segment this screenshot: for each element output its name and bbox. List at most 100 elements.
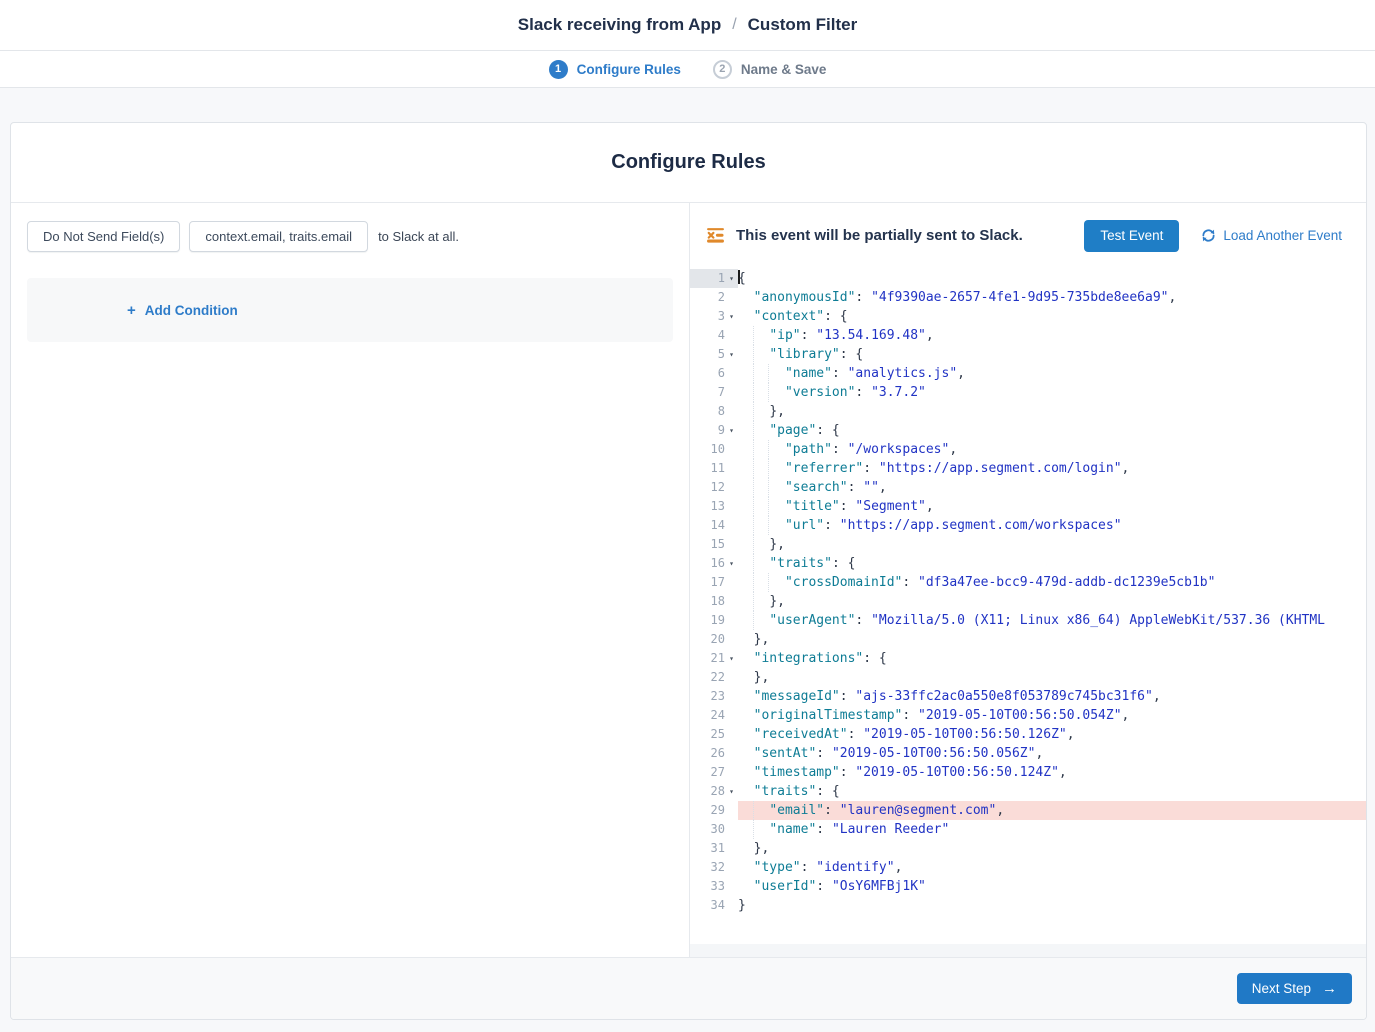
line-number: 18 xyxy=(690,592,738,611)
line-number: 15 xyxy=(690,535,738,554)
code-line: 9▾ "page": { xyxy=(690,421,1366,440)
line-number: 20 xyxy=(690,630,738,649)
fold-toggle-icon[interactable]: ▾ xyxy=(725,782,738,801)
code-line: 26 "sentAt": "2019-05-10T00:56:50.056Z", xyxy=(690,744,1366,763)
next-step-button[interactable]: Next Step → xyxy=(1237,973,1352,1004)
step-configure-rules[interactable]: 1 Configure Rules xyxy=(549,60,681,79)
add-condition-label: Add Condition xyxy=(145,303,238,318)
code-line: 14 "url": "https://app.segment.com/works… xyxy=(690,516,1366,535)
line-number: 6 xyxy=(690,364,738,383)
line-number: 25 xyxy=(690,725,738,744)
code-line: 33 "userId": "OsY6MFBj1K" xyxy=(690,877,1366,896)
line-number: 34 xyxy=(690,896,738,915)
line-number: 23 xyxy=(690,687,738,706)
line-number: 7 xyxy=(690,383,738,402)
line-number: 12 xyxy=(690,478,738,497)
code-line: 22 }, xyxy=(690,668,1366,687)
code-line: 16▾ "traits": { xyxy=(690,554,1366,573)
configure-rules-card: Configure Rules Do Not Send Field(s) con… xyxy=(10,122,1367,1020)
code-line: 12 "search": "", xyxy=(690,478,1366,497)
code-line: 21▾ "integrations": { xyxy=(690,649,1366,668)
line-number: 5▾ xyxy=(690,345,738,364)
line-number: 28▾ xyxy=(690,782,738,801)
code-line: 30 "name": "Lauren Reeder" xyxy=(690,820,1366,839)
code-line: 15 }, xyxy=(690,535,1366,554)
top-header: Slack receiving from App / Custom Filter xyxy=(0,0,1375,51)
card-title: Configure Rules xyxy=(11,123,1366,203)
rule-row: Do Not Send Field(s) context.email, trai… xyxy=(27,221,689,252)
fold-toggle-icon[interactable]: ▾ xyxy=(725,269,738,288)
fold-toggle-icon[interactable]: ▾ xyxy=(725,345,738,364)
code-line: 28▾ "traits": { xyxy=(690,782,1366,801)
code-line: 7 "version": "3.7.2" xyxy=(690,383,1366,402)
breadcrumb-separator: / xyxy=(732,16,736,34)
code-line: 20 }, xyxy=(690,630,1366,649)
breadcrumb-page: Custom Filter xyxy=(748,15,858,35)
line-number: 30 xyxy=(690,820,738,839)
breadcrumb-source: Slack receiving from App xyxy=(518,15,721,35)
arrow-right-icon: → xyxy=(1322,981,1337,996)
load-another-event-label: Load Another Event xyxy=(1223,228,1342,243)
code-line: 31 }, xyxy=(690,839,1366,858)
preview-header: This event will be partially sent to Sla… xyxy=(690,203,1366,268)
line-number: 2 xyxy=(690,288,738,307)
test-event-button[interactable]: Test Event xyxy=(1084,220,1179,252)
step-2-badge: 2 xyxy=(713,60,732,79)
line-number: 33 xyxy=(690,877,738,896)
line-number: 8 xyxy=(690,402,738,421)
event-preview-panel: This event will be partially sent to Sla… xyxy=(690,203,1366,957)
code-line: 18 }, xyxy=(690,592,1366,611)
code-line: 6 "name": "analytics.js", xyxy=(690,364,1366,383)
rule-fields-button[interactable]: context.email, traits.email xyxy=(189,221,368,252)
load-another-event-link[interactable]: Load Another Event xyxy=(1201,228,1342,243)
fold-toggle-icon[interactable]: ▾ xyxy=(725,307,738,326)
line-number: 27 xyxy=(690,763,738,782)
code-line: 32 "type": "identify", xyxy=(690,858,1366,877)
json-editor[interactable]: 1▾{2 "anonymousId": "4f9390ae-2657-4fe1-… xyxy=(690,268,1366,944)
line-number: 21▾ xyxy=(690,649,738,668)
add-condition-button[interactable]: + Add Condition xyxy=(127,303,238,318)
fold-toggle-icon[interactable]: ▾ xyxy=(725,421,738,440)
plus-icon: + xyxy=(127,303,136,318)
code-line: 27 "timestamp": "2019-05-10T00:56:50.124… xyxy=(690,763,1366,782)
line-number: 16▾ xyxy=(690,554,738,573)
line-number: 17 xyxy=(690,573,738,592)
code-line: 11 "referrer": "https://app.segment.com/… xyxy=(690,459,1366,478)
fold-toggle-icon[interactable]: ▾ xyxy=(725,649,738,668)
line-number: 22 xyxy=(690,668,738,687)
code-line: 5▾ "library": { xyxy=(690,345,1366,364)
line-number: 4 xyxy=(690,326,738,345)
rule-action-button[interactable]: Do Not Send Field(s) xyxy=(27,221,180,252)
code-line: 3▾ "context": { xyxy=(690,307,1366,326)
line-number: 10 xyxy=(690,440,738,459)
event-status-text: This event will be partially sent to Sla… xyxy=(736,227,1084,244)
line-number: 13 xyxy=(690,497,738,516)
line-number: 24 xyxy=(690,706,738,725)
step-2-label: Name & Save xyxy=(741,62,827,77)
code-line: 10 "path": "/workspaces", xyxy=(690,440,1366,459)
step-1-label: Configure Rules xyxy=(577,62,681,77)
code-line: 24 "originalTimestamp": "2019-05-10T00:5… xyxy=(690,706,1366,725)
code-line: 8 }, xyxy=(690,402,1366,421)
code-line: 23 "messageId": "ajs-33ffc2ac0a550e8f053… xyxy=(690,687,1366,706)
rule-config-panel: Do Not Send Field(s) context.email, trai… xyxy=(11,203,690,957)
code-line: 4 "ip": "13.54.169.48", xyxy=(690,326,1366,345)
line-number: 19 xyxy=(690,611,738,630)
code-line: 13 "title": "Segment", xyxy=(690,497,1366,516)
line-number: 26 xyxy=(690,744,738,763)
line-number: 31 xyxy=(690,839,738,858)
code-line: 2 "anonymousId": "4f9390ae-2657-4fe1-9d9… xyxy=(690,288,1366,307)
line-number: 32 xyxy=(690,858,738,877)
line-number: 29 xyxy=(690,801,738,820)
line-number: 9▾ xyxy=(690,421,738,440)
card-footer: Next Step → xyxy=(11,957,1366,1019)
line-number: 3▾ xyxy=(690,307,738,326)
next-step-label: Next Step xyxy=(1252,981,1311,996)
breadcrumb: Slack receiving from App / Custom Filter xyxy=(518,15,857,35)
rule-suffix-text: to Slack at all. xyxy=(378,229,459,244)
refresh-icon xyxy=(1201,228,1216,243)
step-name-and-save[interactable]: 2 Name & Save xyxy=(713,60,827,79)
code-line: 1▾{ xyxy=(690,269,1366,288)
fold-toggle-icon[interactable]: ▾ xyxy=(725,554,738,573)
code-line: 19 "userAgent": "Mozilla/5.0 (X11; Linux… xyxy=(690,611,1366,630)
